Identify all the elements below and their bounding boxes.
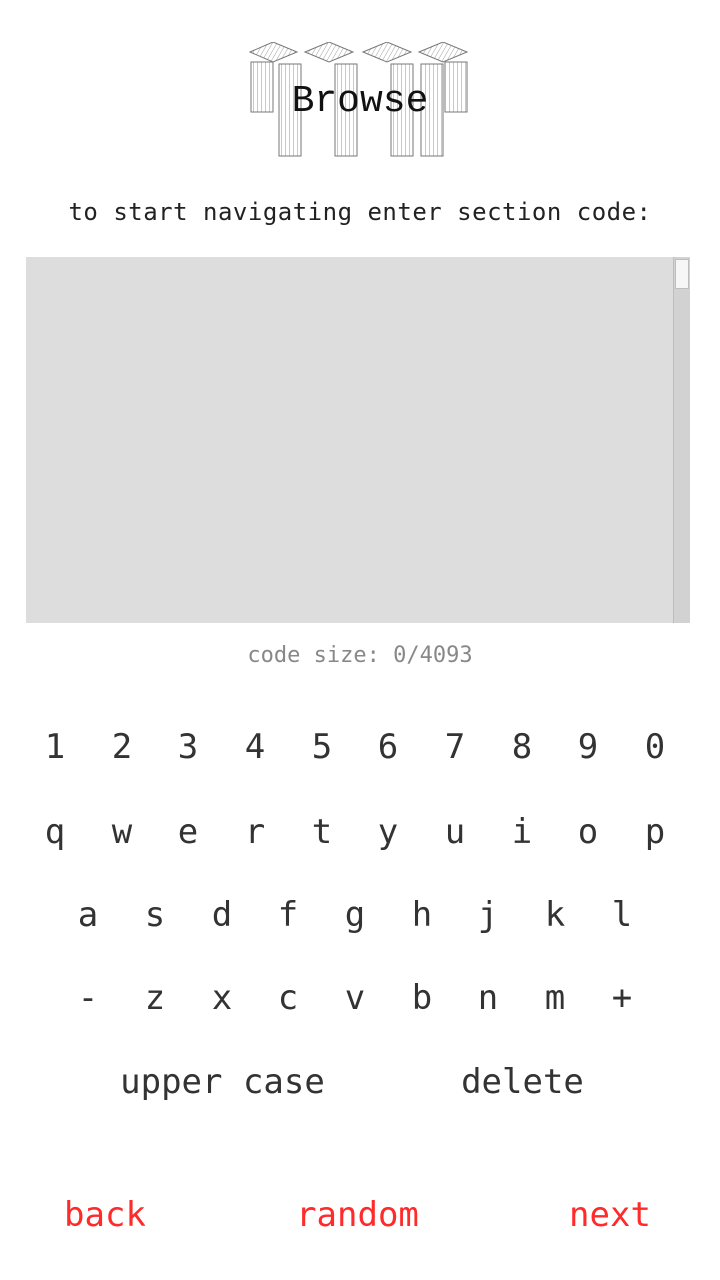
key-f[interactable]: f [258,885,318,945]
key-0[interactable]: 0 [625,717,685,777]
scrollbar[interactable] [673,257,690,623]
scrollbar-thumb[interactable] [675,259,689,289]
key-minus[interactable]: - [58,968,118,1028]
key-p[interactable]: p [625,802,685,862]
key-l[interactable]: l [592,885,652,945]
key-8[interactable]: 8 [492,717,552,777]
key-i[interactable]: i [492,802,552,862]
key-2[interactable]: 2 [92,717,152,777]
code-size-counter: code size: 0/4093 [247,643,473,668]
upper-case-button[interactable]: upper case [95,1052,350,1112]
key-n[interactable]: n [458,968,518,1028]
section-code-input[interactable] [26,257,690,623]
key-g[interactable]: g [325,885,385,945]
key-6[interactable]: 6 [358,717,418,777]
key-v[interactable]: v [325,968,385,1028]
key-x[interactable]: x [192,968,252,1028]
key-c[interactable]: c [258,968,318,1028]
next-button[interactable]: next [555,1190,665,1240]
instruction-text: to start navigating enter section code: [68,198,652,226]
page-title: Browse [291,80,429,123]
key-4[interactable]: 4 [225,717,285,777]
key-s[interactable]: s [125,885,185,945]
key-b[interactable]: b [392,968,452,1028]
key-r[interactable]: r [225,802,285,862]
random-button[interactable]: random [275,1190,440,1240]
key-u[interactable]: u [425,802,485,862]
key-w[interactable]: w [92,802,152,862]
key-h[interactable]: h [392,885,452,945]
key-d[interactable]: d [192,885,252,945]
key-j[interactable]: j [458,885,518,945]
key-y[interactable]: y [358,802,418,862]
key-k[interactable]: k [525,885,585,945]
key-3[interactable]: 3 [158,717,218,777]
delete-button[interactable]: delete [430,1052,615,1112]
key-7[interactable]: 7 [425,717,485,777]
key-o[interactable]: o [558,802,618,862]
key-t[interactable]: t [292,802,352,862]
logo: Browse [245,42,475,160]
key-z[interactable]: z [125,968,185,1028]
key-m[interactable]: m [525,968,585,1028]
key-a[interactable]: a [58,885,118,945]
key-9[interactable]: 9 [558,717,618,777]
key-q[interactable]: q [25,802,85,862]
back-button[interactable]: back [50,1190,160,1240]
key-plus[interactable]: + [592,968,652,1028]
key-5[interactable]: 5 [292,717,352,777]
key-1[interactable]: 1 [25,717,85,777]
key-e[interactable]: e [158,802,218,862]
